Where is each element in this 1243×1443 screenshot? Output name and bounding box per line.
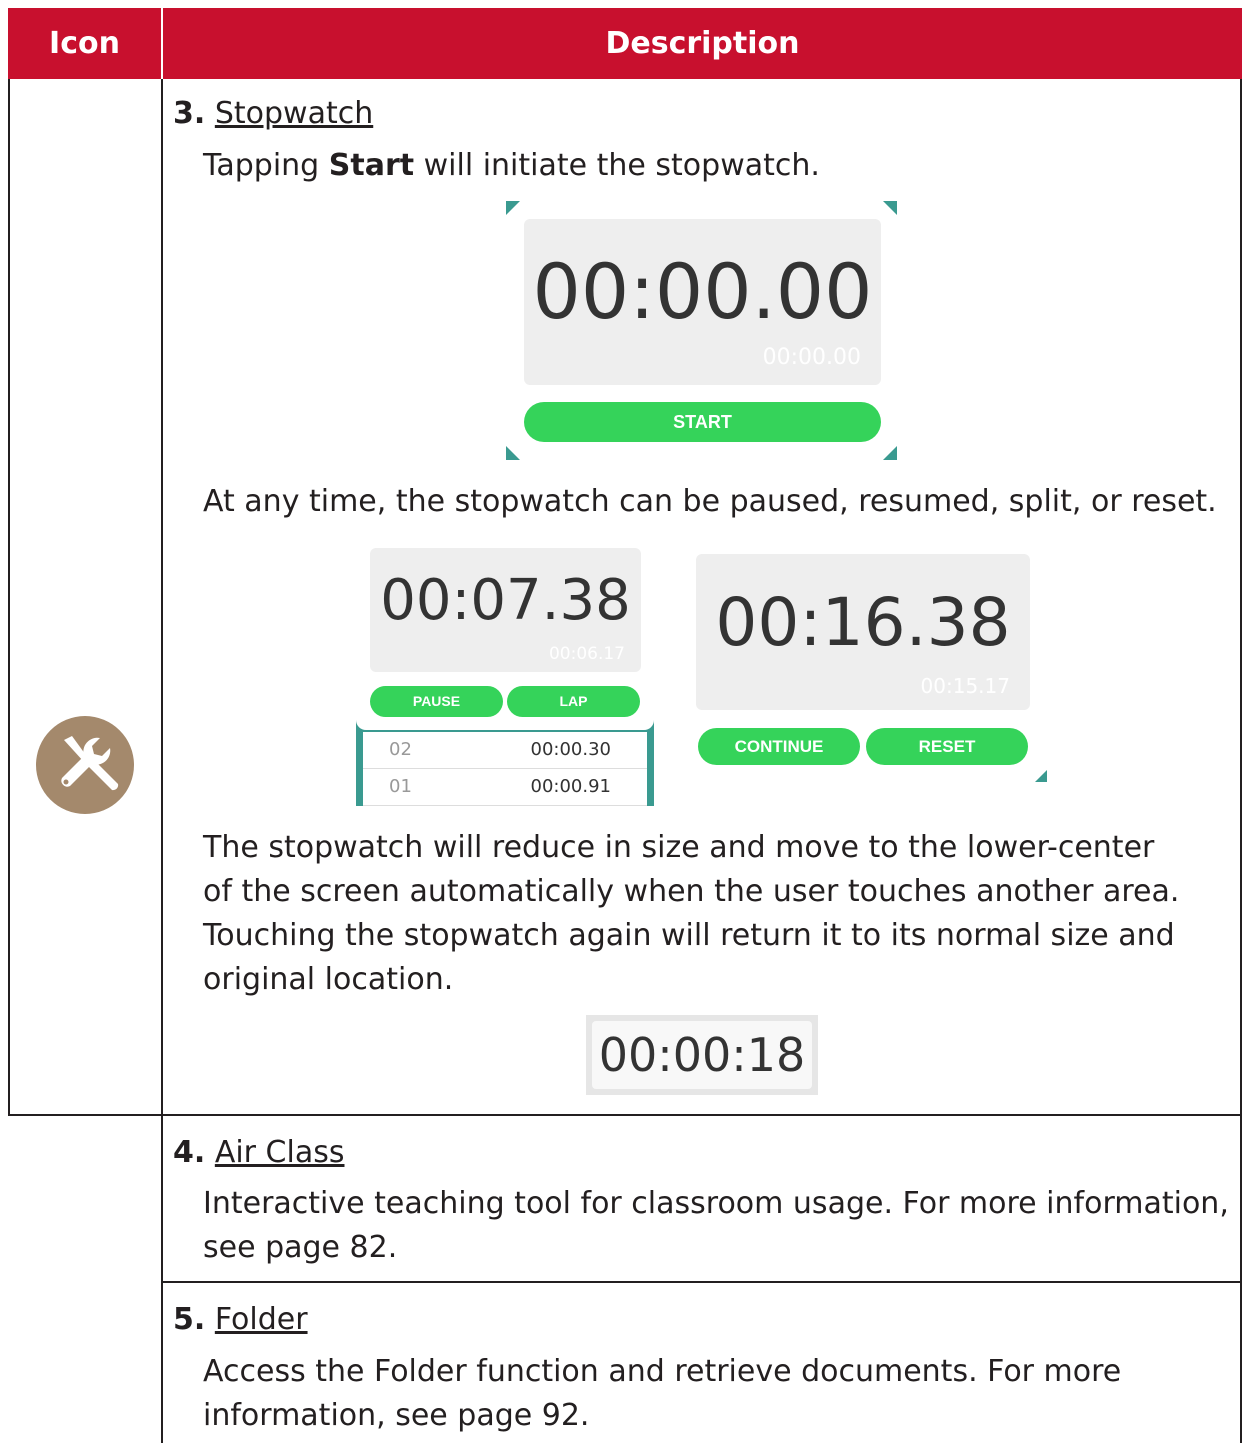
stopwatch-paused-screenshot: 00:16.38 00:15.17 CONTINUE RESET (680, 540, 1047, 782)
item-name: Air Class (214, 1135, 345, 1170)
folder-desc: Access the Folder function and retrieve … (203, 1350, 1121, 1438)
header-icon-label: Icon (49, 26, 120, 61)
text-line: of the screen automatically when the use… (203, 874, 1180, 909)
item-title-stopwatch: 3. Stopwatch (173, 96, 373, 131)
stopwatch-panel: 00:16.38 00:15.17 CONTINUE RESET (680, 540, 1047, 782)
lap-list: 02 00:00.30 01 00:00.91 (363, 732, 647, 806)
stopwatch-panel: 00:07.38 00:06.17 PAUSE LAP (356, 534, 654, 730)
lap-button[interactable]: LAP (507, 686, 640, 717)
item-number: 4. (173, 1135, 206, 1170)
reset-button[interactable]: RESET (866, 728, 1028, 765)
tools-icon (36, 716, 134, 814)
lap-row: 02 00:00.30 (363, 732, 647, 769)
stopwatch-start-screenshot: 00:00.00 00:00.00 START (506, 201, 897, 460)
table-border-right (1240, 79, 1242, 1443)
text-line: Access the Folder function and retrieve … (203, 1354, 1122, 1389)
text-line: original location. (203, 962, 454, 997)
stopwatch-time: 00:00.00 (532, 247, 873, 336)
stopwatch-running-screenshot: 00:07.38 00:06.17 PAUSE LAP 02 00:00.30 … (356, 534, 654, 806)
text-line: see page 82. (203, 1230, 398, 1265)
intro-bold: Start (328, 148, 415, 183)
stopwatch-display: 00:07.38 00:06.17 (370, 548, 641, 672)
intro-text: Tapping (203, 148, 329, 183)
lap-index: 02 (389, 739, 412, 760)
stopwatch-shrink-text: The stopwatch will reduce in size and mo… (203, 826, 1179, 1002)
item-title-air-class: 4. Air Class (173, 1135, 344, 1170)
text-line: Interactive teaching tool for classroom … (203, 1186, 1229, 1221)
item-title-folder: 5. Folder (173, 1302, 308, 1337)
intro-text: will initiate the stopwatch. (414, 148, 820, 183)
lap-row: 01 00:00.91 (363, 769, 647, 806)
lap-value: 00:00.30 (530, 739, 612, 760)
text-line: information, see page 92. (203, 1398, 590, 1433)
column-divider (161, 79, 163, 1443)
stopwatch-time: 00:07.38 (380, 568, 631, 633)
text-line: Touching the stopwatch again will return… (203, 918, 1175, 953)
continue-button[interactable]: CONTINUE (698, 728, 860, 765)
stopwatch-display: 00:16.38 00:15.17 (696, 554, 1030, 710)
air-class-desc: Interactive teaching tool for classroom … (203, 1182, 1229, 1270)
stopwatch-sub-time: 00:00.00 (762, 345, 861, 370)
stopwatch-paused-text: At any time, the stopwatch can be paused… (203, 484, 1217, 519)
stopwatch-sub-time: 00:15.17 (920, 674, 1010, 698)
stopwatch-time: 00:16.38 (715, 584, 1011, 661)
start-button[interactable]: START (524, 402, 881, 442)
item-name: Folder (214, 1302, 308, 1337)
lap-index: 01 (389, 776, 412, 797)
stopwatch-display: 00:00.00 00:00.00 (524, 219, 881, 385)
stopwatch-intro: Tapping Start will initiate the stopwatc… (203, 144, 820, 188)
text-line: The stopwatch will reduce in size and mo… (203, 830, 1155, 865)
row-divider (161, 1281, 1242, 1283)
item-number: 3. (173, 96, 206, 131)
stopwatch-mini-time[interactable]: 00:00:18 (592, 1021, 812, 1089)
lap-value: 00:00.91 (530, 776, 612, 797)
item-name: Stopwatch (214, 96, 374, 131)
item-number: 5. (173, 1302, 206, 1337)
table-border-left (8, 79, 10, 1115)
stopwatch-sub-time: 00:06.17 (548, 644, 625, 664)
stopwatch-mini-screenshot: 00:00:18 (586, 1015, 818, 1095)
pause-button[interactable]: PAUSE (370, 686, 503, 717)
row-divider (8, 1114, 1242, 1116)
header-description-label: Description (605, 26, 800, 61)
